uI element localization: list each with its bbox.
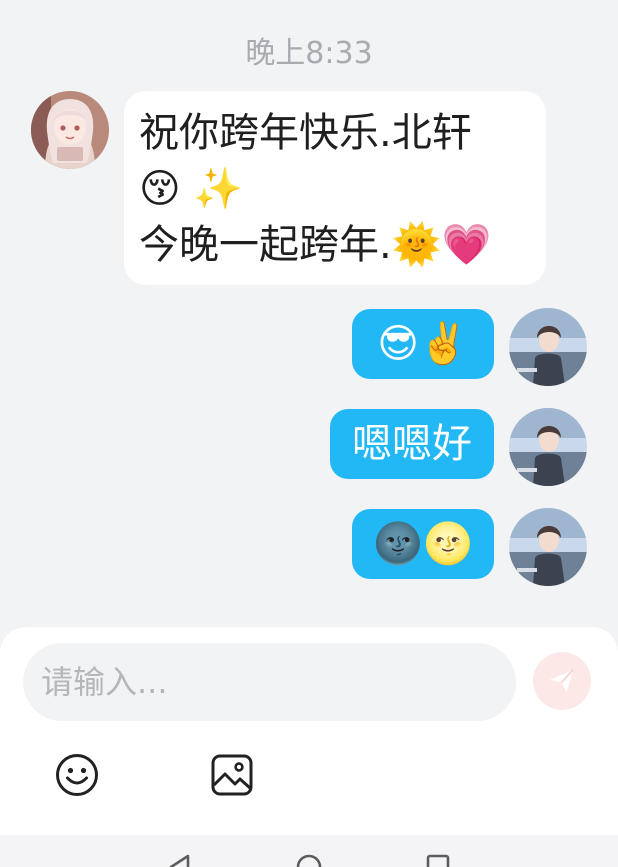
sent-message-bubble[interactable]: 🌚🌝	[352, 509, 494, 579]
send-button[interactable]	[533, 652, 591, 710]
message-text: 嗯嗯好	[352, 421, 472, 467]
user-avatar[interactable]	[509, 408, 587, 486]
message-timestamp: 晚上8:33	[245, 36, 373, 71]
user-avatar[interactable]	[509, 308, 587, 386]
home-icon[interactable]	[295, 853, 323, 867]
message-line: 祝你跨年快乐.北轩	[139, 110, 472, 156]
message-line: 😚 ✨	[139, 166, 244, 212]
emoji-button[interactable]	[54, 752, 100, 798]
system-navigation-bar	[0, 835, 618, 867]
message-input[interactable]	[23, 643, 516, 721]
image-icon	[211, 754, 253, 796]
contact-avatar[interactable]	[31, 91, 109, 169]
image-button[interactable]	[209, 752, 255, 798]
sent-message-bubble[interactable]: 😎✌️	[352, 309, 494, 379]
send-icon	[550, 669, 575, 693]
sent-message-bubble[interactable]: 嗯嗯好	[330, 409, 494, 479]
message-text: 😎✌️	[377, 321, 469, 367]
message-text: 🌚🌝	[373, 521, 473, 567]
received-message-bubble[interactable]: 祝你跨年快乐.北轩 😚 ✨ 今晚一起跨年.🌞💗	[124, 91, 546, 285]
user-avatar[interactable]	[509, 508, 587, 586]
back-icon[interactable]	[166, 853, 194, 867]
emoji-icon	[56, 754, 98, 796]
message-line: 今晚一起跨年.🌞💗	[139, 222, 492, 268]
recents-icon[interactable]	[424, 853, 452, 867]
message-composer	[0, 627, 618, 835]
chat-screen: 晚上8:33 祝你跨年快乐.北轩 😚 ✨ 今晚一起跨年.🌞💗 😎✌️ 嗯嗯好 🌚…	[0, 0, 618, 867]
